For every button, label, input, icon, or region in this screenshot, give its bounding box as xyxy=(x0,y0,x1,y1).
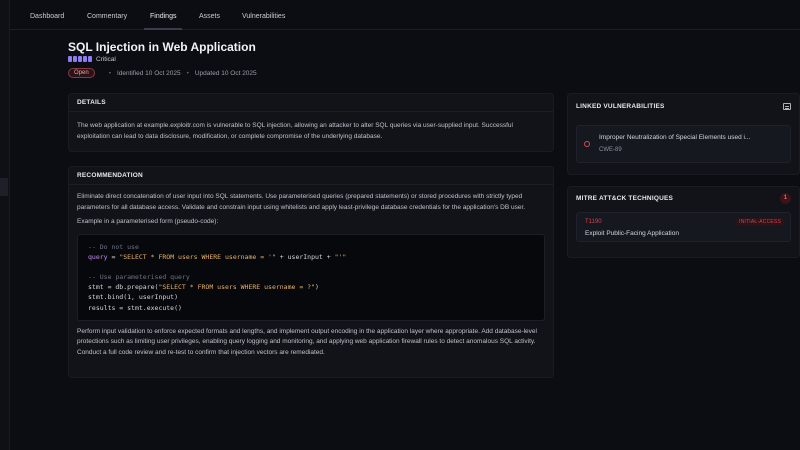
page-title: SQL Injection in Web Application xyxy=(68,40,256,54)
technique-name: Exploit Public-Facing Application xyxy=(585,230,679,237)
linked-vulnerabilities-card: LINKED VULNERABILITIES Improper Neutrali… xyxy=(567,93,800,175)
meta-separator: • xyxy=(108,69,111,77)
code-text: + userInput + xyxy=(275,252,335,261)
status-ring-icon xyxy=(584,141,590,147)
linked-heading: LINKED VULNERABILITIES xyxy=(576,102,665,110)
mitre-card: MITRE ATT&CK TECHNIQUES 1 T1190 INITIAL-… xyxy=(567,186,800,258)
code-line: stmt = db.prepare("SELECT * FROM users W… xyxy=(88,282,534,292)
details-card: DETAILS The web application at example.e… xyxy=(68,93,554,152)
tab-dashboard[interactable]: Dashboard xyxy=(30,0,64,30)
finding-meta: Open • Identified 10 Oct 2025 • Updated … xyxy=(68,67,257,79)
meta-separator: • xyxy=(186,69,189,77)
code-text: results = stmt.execute() xyxy=(88,303,182,312)
code-line: stmt.bind(1, userInput) xyxy=(88,292,534,302)
code-comment: -- Do not use xyxy=(88,242,139,251)
recommendation-card: RECOMMENDATION Eliminate direct concaten… xyxy=(68,166,554,378)
updated-date: Updated 10 Oct 2025 xyxy=(194,69,257,77)
code-text: stmt = db.prepare( xyxy=(88,283,159,292)
code-line: query = "SELECT * FROM users WHERE usern… xyxy=(88,252,534,262)
tactic-badge: INITIAL-ACCESS xyxy=(736,218,784,226)
details-heading: DETAILS xyxy=(69,94,553,112)
code-comment: -- Use parameterised query xyxy=(88,273,190,282)
code-line: -- Do not use xyxy=(88,242,534,252)
severity-label: Critical xyxy=(96,55,116,63)
code-string: "'" xyxy=(334,252,347,261)
severity-dot xyxy=(78,56,82,62)
technique-count-badge: 1 xyxy=(780,192,791,204)
vulnerability-cwe: CWE-89 xyxy=(599,147,622,153)
code-line: -- Use parameterised query xyxy=(88,272,534,282)
tab-vulnerabilities[interactable]: Vulnerabilities xyxy=(242,0,285,30)
linked-header: LINKED VULNERABILITIES xyxy=(568,94,799,118)
top-nav: Dashboard Commentary Findings Assets Vul… xyxy=(10,0,800,30)
tab-assets[interactable]: Assets xyxy=(199,0,220,30)
severity-dot xyxy=(73,56,77,62)
rail-marker xyxy=(0,178,8,196)
severity-dot xyxy=(88,56,92,62)
left-rail xyxy=(0,0,10,450)
tab-commentary[interactable]: Commentary xyxy=(87,0,127,30)
mitre-heading: MITRE ATT&CK TECHNIQUES xyxy=(576,194,674,202)
recommendation-outro: Perform input validation to enforce expe… xyxy=(77,327,537,356)
code-text: ) xyxy=(315,283,319,292)
technique-item[interactable]: T1190 INITIAL-ACCESS Exploit Public-Faci… xyxy=(576,212,791,242)
code-line: results = stmt.execute() xyxy=(88,303,534,313)
code-string: "SELECT * FROM users WHERE username = ?" xyxy=(158,283,315,292)
code-text: stmt.bind(1, userInput) xyxy=(88,293,179,302)
severity-dot xyxy=(83,56,87,62)
recommendation-intro: Eliminate direct concatenation of user i… xyxy=(77,193,526,211)
identified-date: Identified 10 Oct 2025 xyxy=(116,69,181,77)
linked-vulnerability-item[interactable]: Improper Neutralization of Special Eleme… xyxy=(576,125,791,163)
code-string: "SELECT * FROM users WHERE username = '" xyxy=(119,252,276,261)
severity-dots xyxy=(68,56,92,62)
code-text: = xyxy=(107,252,120,261)
technique-id: T1190 xyxy=(585,219,602,225)
example-label: Example in a parameterised form (pseudo-… xyxy=(77,218,219,225)
mitre-header: MITRE ATT&CK TECHNIQUES 1 xyxy=(568,187,799,209)
code-keyword: query xyxy=(88,252,108,261)
severity-indicator: Critical xyxy=(68,55,116,63)
recommendation-heading: RECOMMENDATION xyxy=(69,167,553,185)
severity-dot xyxy=(68,56,72,62)
details-text: The web application at example.exploitr.… xyxy=(77,122,513,140)
code-block: -- Do not use query = "SELECT * FROM use… xyxy=(77,233,545,321)
status-badge: Open xyxy=(68,68,95,78)
table-icon[interactable] xyxy=(783,102,791,110)
vulnerability-name: Improper Neutralization of Special Eleme… xyxy=(599,134,751,141)
tab-findings[interactable]: Findings xyxy=(143,0,184,30)
